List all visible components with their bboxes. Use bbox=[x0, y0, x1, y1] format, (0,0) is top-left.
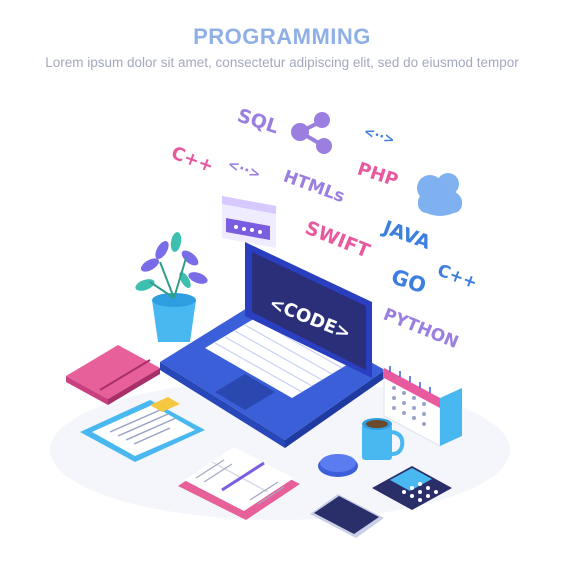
illustration: PROGRAMMING Lorem ipsum dolor sit amet, … bbox=[0, 0, 564, 564]
mouse-icon bbox=[318, 454, 358, 477]
share-icon bbox=[291, 112, 332, 154]
plant-icon bbox=[135, 232, 208, 342]
cloud-icon bbox=[417, 173, 462, 216]
password-window-icon bbox=[222, 196, 276, 248]
isometric-scene bbox=[50, 112, 510, 538]
